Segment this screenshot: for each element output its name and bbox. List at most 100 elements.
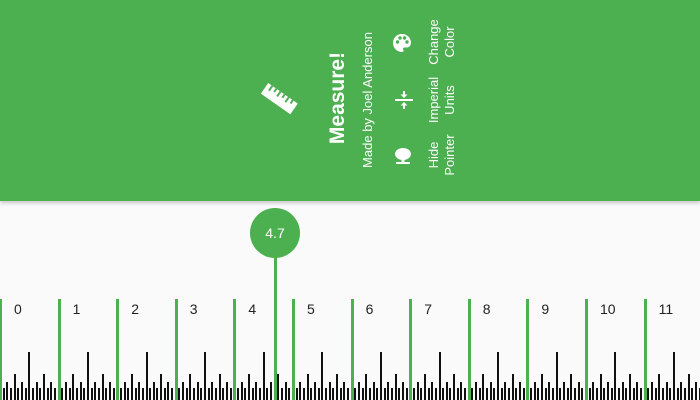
ruler-tick xyxy=(97,388,100,400)
ruler-tick xyxy=(127,388,130,400)
ruler-tick xyxy=(376,388,379,400)
ruler-tick xyxy=(317,388,320,400)
ruler-tick xyxy=(456,388,459,400)
ruler-tick xyxy=(83,388,86,400)
ruler-tick xyxy=(149,388,152,400)
ruler-tick xyxy=(281,388,283,400)
ruler-tick xyxy=(544,388,547,400)
app-header: Measure! Made by Joel Anderson Hide Poin… xyxy=(0,0,700,201)
ruler-tick xyxy=(321,352,324,400)
change-color-button[interactable]: Change Color xyxy=(390,10,470,74)
ruler-inch-line xyxy=(585,299,588,400)
ruler-tick xyxy=(86,352,89,400)
ruler-tick xyxy=(266,388,269,400)
ruler-tick xyxy=(171,388,174,400)
ruler-tick xyxy=(533,382,536,400)
ruler-tick xyxy=(332,388,335,400)
ruler-tick xyxy=(445,382,448,400)
app-subtitle: Made by Joel Anderson xyxy=(360,32,375,168)
ruler-tick xyxy=(537,388,540,400)
change-color-label-line2: Color xyxy=(442,26,457,58)
ruler-tick xyxy=(295,388,298,400)
ruler-tick xyxy=(368,388,371,400)
ruler-tick xyxy=(277,374,280,400)
ruler-tick xyxy=(548,382,551,400)
ruler-tick xyxy=(383,388,386,400)
ruler-tick xyxy=(299,382,302,400)
ruler-tick xyxy=(423,374,426,400)
ruler-tick xyxy=(614,352,617,400)
ruler-tick xyxy=(105,388,108,400)
ruler-tick xyxy=(478,388,481,400)
ruler-tick xyxy=(669,388,672,400)
ruler-tick xyxy=(226,382,229,400)
measure-app: Measure! Made by Joel Anderson Hide Poin… xyxy=(0,0,700,400)
ruler-tick xyxy=(61,388,64,400)
ruler-inch-line xyxy=(409,299,413,400)
ruler-tick xyxy=(387,382,390,400)
ruler-tick xyxy=(94,382,97,400)
ruler-tick xyxy=(108,382,111,400)
app-title: Measure! xyxy=(326,51,349,145)
ruler-tick xyxy=(592,382,595,400)
ruler-tick xyxy=(599,374,602,400)
ruler-tick xyxy=(577,382,580,400)
ruler-tick xyxy=(112,388,115,400)
ruler-tick xyxy=(647,388,650,400)
ruler-logo-icon xyxy=(260,82,298,115)
ruler-tick xyxy=(482,374,485,400)
ruler-tick xyxy=(207,388,210,400)
ruler-number: 5 xyxy=(307,301,315,317)
ruler-tick xyxy=(390,388,393,400)
pointer-line[interactable] xyxy=(274,249,277,400)
ruler-tick xyxy=(167,382,170,400)
ruler-number: 2 xyxy=(131,301,139,317)
ruler-inch-line xyxy=(350,299,354,400)
ruler-tick xyxy=(42,374,45,400)
ruler[interactable]: 4.7 0 1 2 3 4 5 6 7 8 9 10 11 xyxy=(0,201,700,400)
imperial-units-label: Imperial Units xyxy=(424,70,460,130)
ruler-tick xyxy=(68,388,71,400)
change-color-label: Change Color xyxy=(424,12,460,72)
ruler-tick xyxy=(248,374,251,400)
vertical-align-center-icon xyxy=(395,91,413,109)
ruler-tick xyxy=(259,388,262,400)
ruler-tick xyxy=(453,374,456,400)
ruler-tick xyxy=(632,388,635,400)
ruler-tick xyxy=(288,388,291,400)
ruler-tick xyxy=(486,388,489,400)
ruler-tick xyxy=(361,388,364,400)
ruler-tick xyxy=(46,388,49,400)
ruler-tick xyxy=(555,352,558,400)
ruler-number: 4 xyxy=(248,301,257,317)
pointer-icon xyxy=(395,148,411,164)
ruler-tick xyxy=(335,374,338,400)
ruler-tick xyxy=(438,352,441,400)
ruler-tick xyxy=(416,382,419,400)
ruler-tick xyxy=(204,352,207,400)
ruler-tick xyxy=(123,382,126,400)
ruler-inch-line xyxy=(57,299,61,400)
ruler-tick xyxy=(75,388,78,400)
ruler-tick xyxy=(255,382,258,400)
ruler-tick xyxy=(39,388,42,400)
ruler-tick xyxy=(222,388,225,400)
ruler-tick xyxy=(621,382,624,400)
ruler-tick xyxy=(218,374,221,400)
ruler-tick xyxy=(412,388,415,400)
ruler-tick xyxy=(156,388,159,400)
ruler-tick xyxy=(310,388,313,400)
imperial-units-label-line2: Units xyxy=(442,85,457,115)
ruler-tick xyxy=(475,382,478,400)
ruler-tick xyxy=(442,388,445,400)
ruler-tick xyxy=(508,388,511,400)
ruler-tick xyxy=(464,388,467,400)
ruler-tick xyxy=(324,388,327,400)
ruler-tick xyxy=(90,388,93,400)
ruler-tick xyxy=(72,374,75,400)
ruler-number: 0 xyxy=(14,301,22,317)
pointer-value-bubble[interactable]: 4.7 xyxy=(250,208,300,258)
ruler-tick xyxy=(566,388,569,400)
ruler-tick xyxy=(559,388,562,400)
ruler-tick xyxy=(460,382,463,400)
